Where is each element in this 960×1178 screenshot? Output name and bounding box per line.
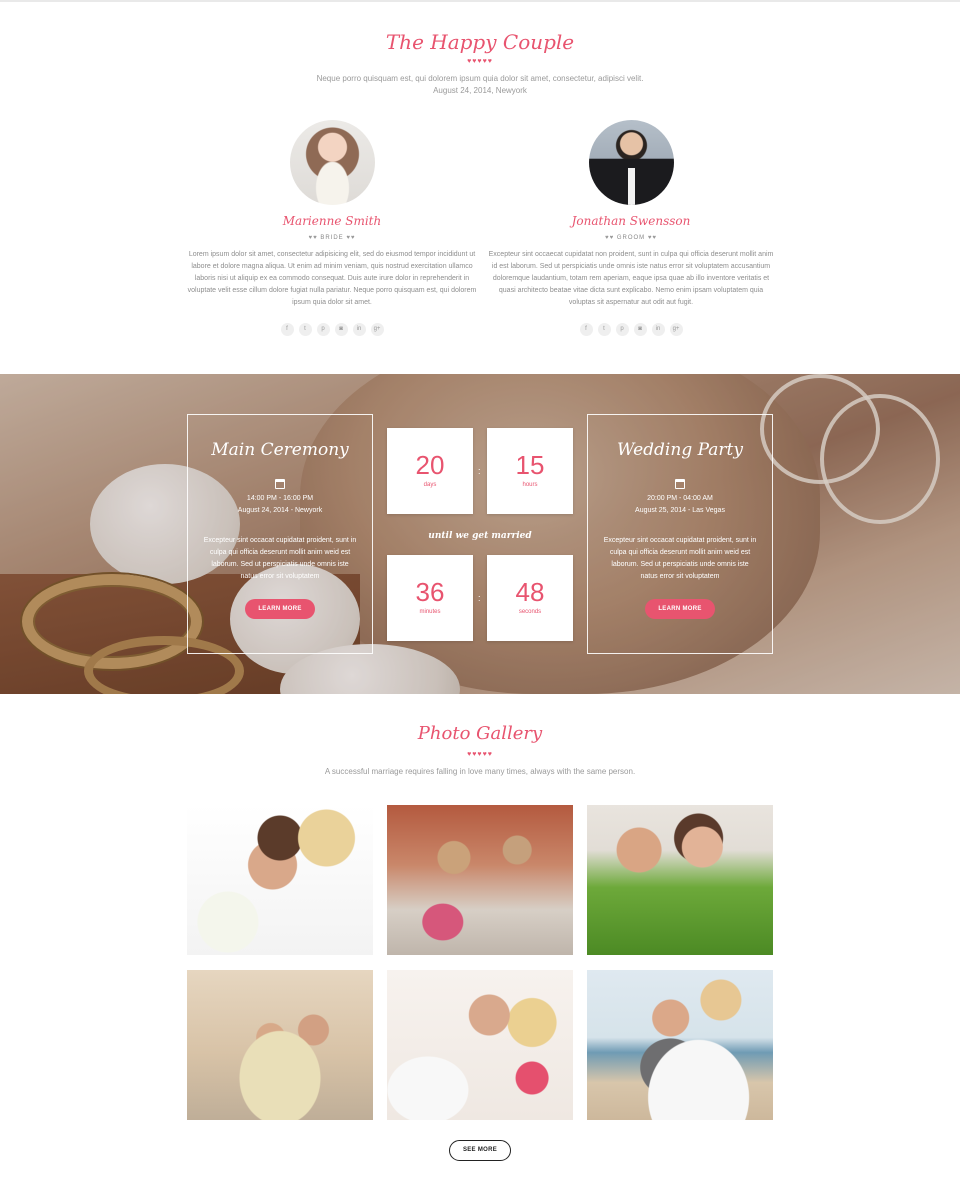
facebook-icon[interactable]: f (579, 323, 593, 336)
twitter-icon[interactable]: t (298, 323, 312, 336)
party-learn-more-button[interactable]: LEARN MORE (645, 599, 715, 619)
countdown-days-label: days (423, 482, 437, 488)
countdown-seconds-value: 48 (515, 577, 545, 607)
google-plus-icon[interactable]: g+ (669, 323, 683, 336)
ceremony-learn-more-button[interactable]: LEARN MORE (245, 599, 315, 619)
hearts-divider-icon: ♥♥♥♥♥ (467, 58, 493, 65)
heart-icon: ♥♥ (647, 235, 657, 241)
events-banner: Main Ceremony 14:00 PM - 16:00 PM August… (0, 374, 960, 694)
groom-name: Jonathan Swensson (571, 214, 691, 228)
instagram-icon[interactable]: ◙ (334, 323, 348, 336)
top-divider (0, 0, 960, 2)
countdown-caption: until we get married (428, 531, 532, 541)
ceremony-place: August 24, 2014 - Newyork (237, 507, 323, 514)
see-more-button[interactable]: SEE MORE (449, 1140, 511, 1161)
gallery-photo[interactable] (387, 970, 573, 1120)
heart-icon: ♥♥ (308, 235, 318, 241)
couple-intro: Neque porro quisquam est, qui dolorem ip… (0, 73, 960, 97)
gallery-photo[interactable] (587, 805, 773, 955)
calendar-icon (275, 479, 285, 489)
ceremony-description: Excepteur sint occacat cupidatat proiden… (203, 537, 357, 580)
pinterest-icon[interactable]: p (316, 323, 330, 336)
countdown-hours-value: 15 (515, 450, 545, 480)
bride-name: Marienne Smith (282, 214, 382, 228)
main-ceremony-card: Main Ceremony 14:00 PM - 16:00 PM August… (187, 414, 373, 654)
bride-profile: Marienne Smith ♥♥ BRIDE ♥♥ Lorem ipsum d… (187, 120, 477, 336)
gallery-subtitle: A successful marriage requires falling i… (324, 767, 636, 776)
couple-section-title: The Happy Couple (385, 30, 575, 54)
google-plus-icon[interactable]: g+ (370, 323, 384, 336)
ceremony-time: 14:00 PM - 16:00 PM (246, 495, 314, 502)
heart-icon: ♥♥ (346, 235, 356, 241)
bride-bio: Lorem ipsum dolor sit amet, consectetur … (187, 251, 477, 306)
gallery-photo[interactable] (187, 970, 373, 1120)
couple-intro-text: Neque porro quisquam est, qui dolorem ip… (316, 74, 644, 83)
countdown-seconds: 48 seconds (487, 555, 573, 641)
facebook-icon[interactable]: f (280, 323, 294, 336)
countdown-minutes-label: minutes (419, 609, 441, 615)
countdown-hours: 15 hours (487, 428, 573, 514)
bride-role: ♥♥ BRIDE ♥♥ (187, 233, 477, 243)
main-ceremony-title: Main Ceremony (211, 440, 349, 460)
calendar-icon (675, 479, 685, 489)
wedding-party-title: Wedding Party (617, 440, 743, 460)
gallery-photo[interactable] (587, 970, 773, 1120)
linkedin-icon[interactable]: in (352, 323, 366, 336)
countdown-minutes: 36 minutes (387, 555, 473, 641)
party-time: 20:00 PM - 04:00 AM (647, 495, 713, 502)
heart-icon: ♥♥ (605, 235, 615, 241)
countdown-minutes-value: 36 (415, 577, 445, 607)
countdown-separator: : (478, 466, 481, 476)
couple-intro-date: August 24, 2014, Newyork (433, 86, 527, 95)
countdown-separator: : (478, 593, 481, 603)
countdown-days: 20 days (387, 428, 473, 514)
twitter-icon[interactable]: t (597, 323, 611, 336)
gallery-photo[interactable] (187, 805, 373, 955)
groom-role: ♥♥ GROOM ♥♥ (486, 233, 776, 243)
countdown-hours-label: hours (522, 482, 538, 488)
wedding-party-card: Wedding Party 20:00 PM - 04:00 AM August… (587, 414, 773, 654)
party-place: August 25, 2014 - Las Vegas (635, 507, 725, 514)
groom-social-links: f t p ◙ in g+ (486, 323, 776, 336)
groom-profile: Jonathan Swensson ♥♥ GROOM ♥♥ Excepteur … (486, 120, 776, 336)
countdown-days-value: 20 (415, 450, 445, 480)
bride-avatar (289, 120, 375, 205)
linkedin-icon[interactable]: in (651, 323, 665, 336)
countdown-seconds-label: seconds (518, 609, 542, 615)
groom-avatar (588, 120, 674, 205)
gallery-photo[interactable] (387, 805, 573, 955)
party-description: Excepteur sint occacat cupidatat proiden… (603, 537, 757, 580)
pinterest-icon[interactable]: p (615, 323, 629, 336)
hearts-divider-icon: ♥♥♥♥♥ (467, 751, 493, 758)
gallery-title: Photo Gallery (417, 723, 543, 744)
bride-social-links: f t p ◙ in g+ (187, 323, 477, 336)
bride-role-label: BRIDE (320, 235, 344, 241)
instagram-icon[interactable]: ◙ (633, 323, 647, 336)
groom-role-label: GROOM (616, 235, 646, 241)
groom-bio: Excepteur sint occaecat cupidatat non pr… (488, 251, 774, 306)
